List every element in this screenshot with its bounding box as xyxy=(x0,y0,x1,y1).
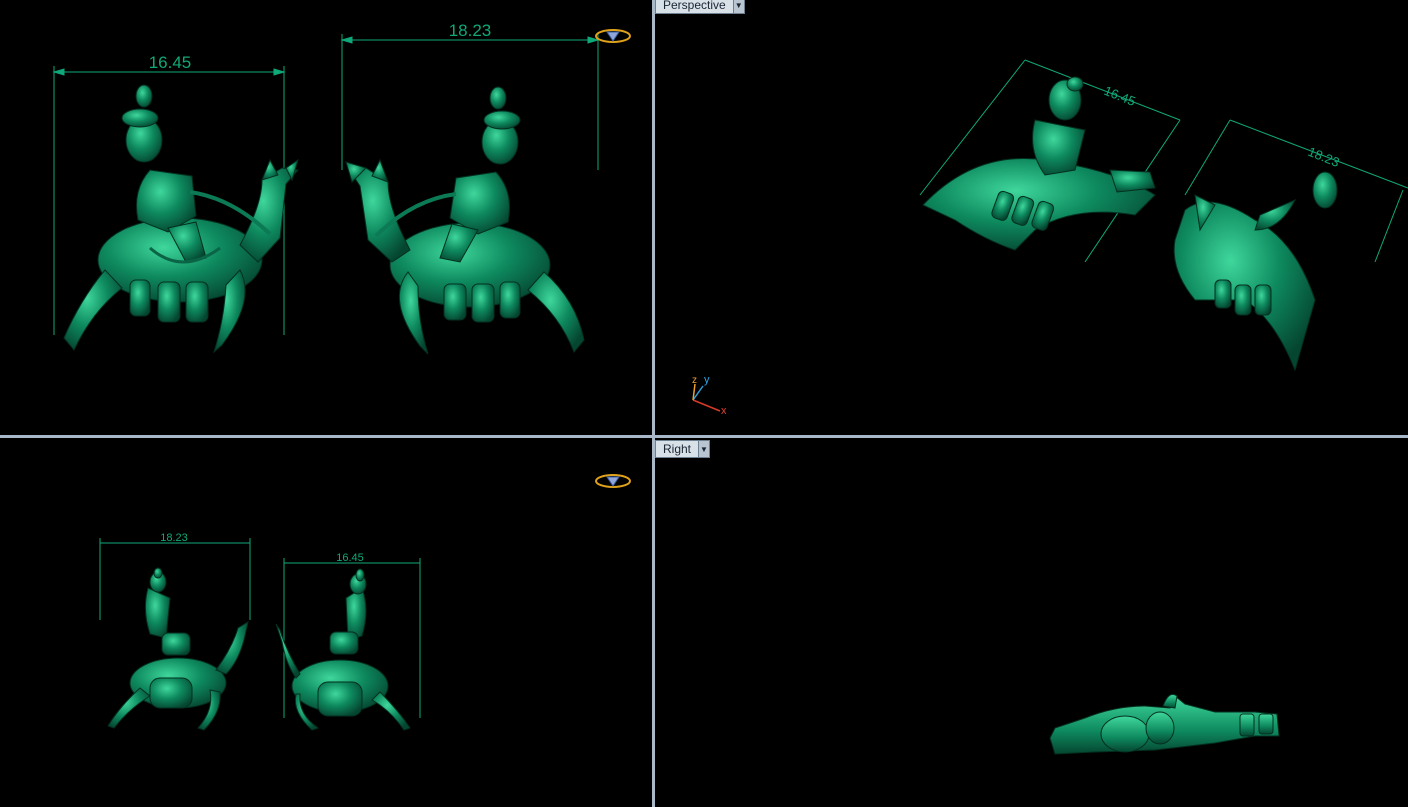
side-profile-model xyxy=(1049,693,1280,755)
viewport-perspective-canvas: 16.45 18.23 xyxy=(919,59,1408,372)
viewport-top-left[interactable]: 16.45 18.23 xyxy=(0,0,652,435)
diamond-gizmo-icon[interactable] xyxy=(594,26,632,51)
viewport-right[interactable]: Right ▼ xyxy=(655,438,1408,807)
horse-rider-model-left xyxy=(63,84,299,354)
perspective-horse-rider-right xyxy=(1173,171,1338,372)
dimension-label-left: 16.45 xyxy=(149,53,192,72)
perspective-dimension-label-right: 18.23 xyxy=(1306,144,1342,170)
dimension-label-right: 18.23 xyxy=(449,21,492,40)
bl-dimension-label-right: 16.45 xyxy=(336,552,364,564)
viewport-perspective[interactable]: Perspective ▼ 16.45 18.23 z y x xyxy=(655,0,1408,435)
axis-label-y: y xyxy=(704,374,710,386)
viewport-top-left-canvas: 16.45 18.23 xyxy=(52,21,600,355)
viewport-bottom-left-canvas: 18.23 16.45 xyxy=(99,532,421,731)
axis-triad-icon: z y x xyxy=(685,372,735,418)
axis-label-x: x xyxy=(721,405,727,417)
bl-horse-rider-left xyxy=(107,567,249,731)
perspective-dimension-label-left: 16.45 xyxy=(1102,83,1138,109)
viewport-divider-horizontal[interactable] xyxy=(0,435,1408,438)
bl-dimension-label-left: 18.23 xyxy=(160,532,188,544)
viewport-right-canvas xyxy=(1049,693,1280,755)
diamond-gizmo-icon[interactable] xyxy=(594,471,632,496)
bl-horse-rider-right xyxy=(275,568,411,731)
viewport-bottom-left[interactable]: 18.23 16.45 xyxy=(0,438,652,807)
bl-dimension-left xyxy=(99,538,251,620)
axis-label-z: z xyxy=(692,375,697,386)
horse-rider-model-right xyxy=(345,86,585,355)
dimension-line-right xyxy=(340,34,600,170)
viewport-divider-vertical[interactable] xyxy=(652,0,655,807)
